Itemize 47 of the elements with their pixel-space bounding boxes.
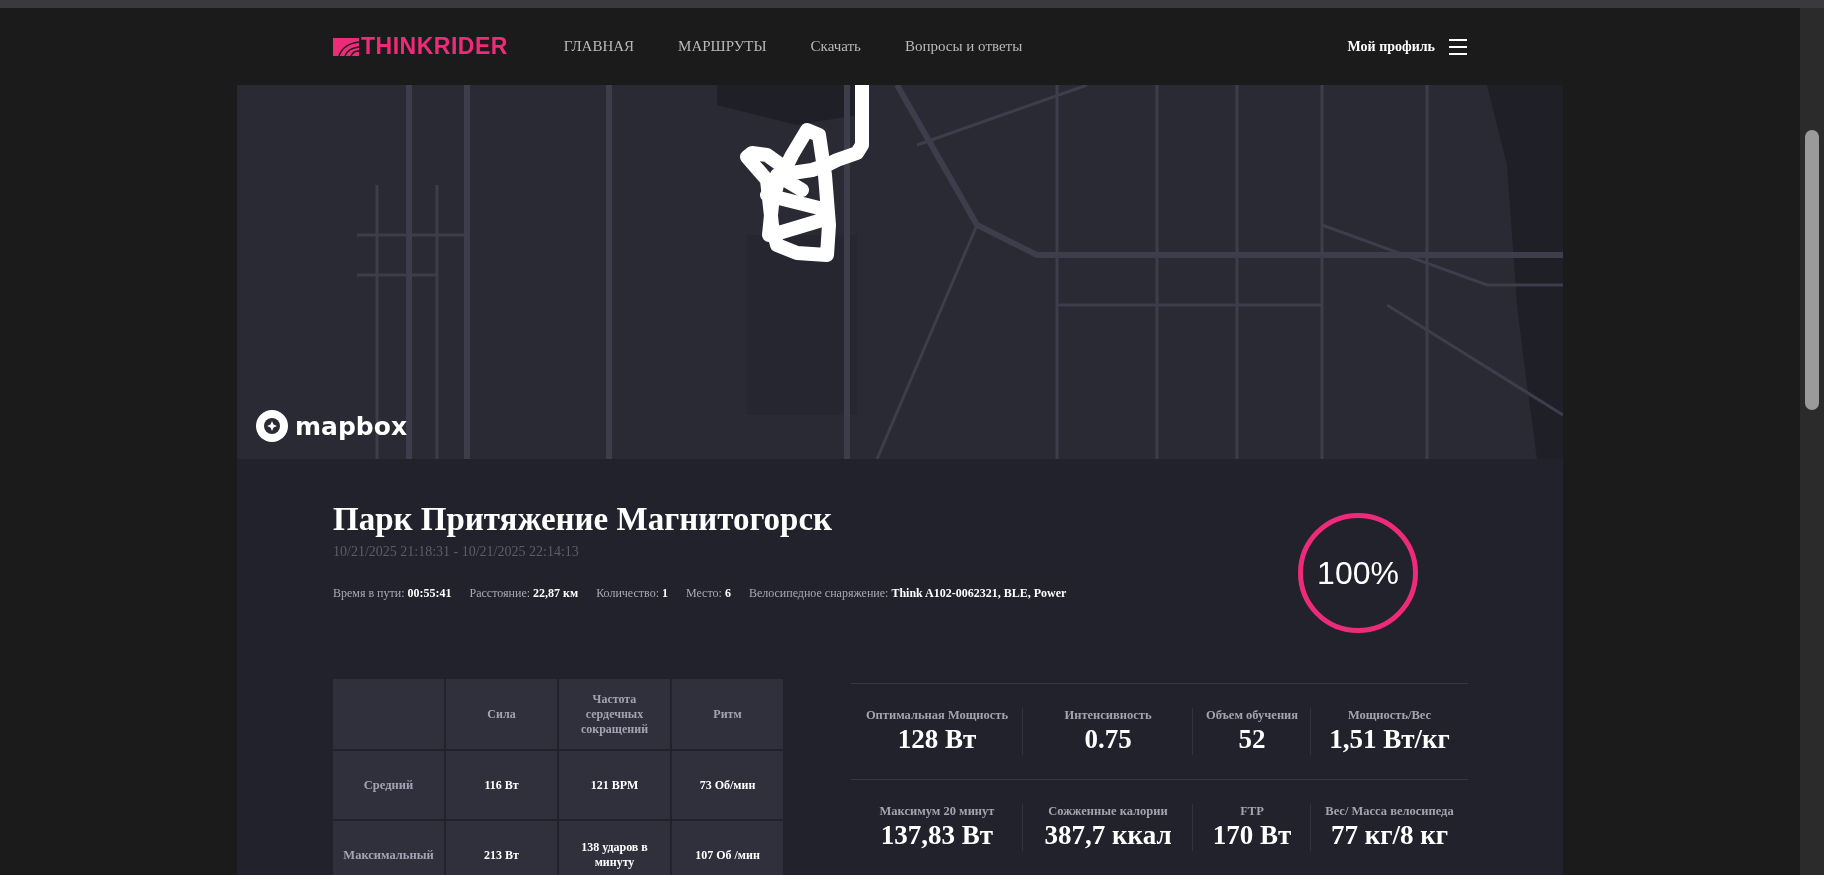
- nav-link[interactable]: Скачать: [810, 38, 861, 55]
- metric-value: 387,7 ккал: [1044, 820, 1172, 851]
- ride-period: 10/21/2025 21:18:31 - 10/21/2025 22:14:13: [333, 544, 580, 560]
- metric-value: 137,83 Вт: [880, 820, 994, 851]
- logo-wordmark[interactable]: THINKRIDER: [361, 33, 508, 60]
- metric-value: 77 кг/8 кг: [1330, 820, 1449, 851]
- map-attribution[interactable]: mapbox: [295, 411, 407, 441]
- metric-value: 0.75: [1084, 724, 1132, 755]
- scrollbar-thumb[interactable]: [1805, 130, 1819, 410]
- ride-stat: Велосипедное снаряжение: Think A102-0062321, BLE, Power: [748, 586, 1067, 601]
- profile-link[interactable]: Мой профиль: [1347, 38, 1435, 55]
- metric-label: FTP: [1240, 804, 1264, 819]
- metric-value: 52: [1238, 724, 1266, 755]
- metric-label: Объем обучения: [1205, 708, 1299, 723]
- row-header: Средний: [333, 751, 444, 819]
- metric-label: Интенсивность: [1064, 708, 1152, 723]
- metric-label: Мощность/Вес: [1347, 708, 1432, 723]
- metric-value: 170 Вт: [1212, 820, 1292, 851]
- metric-label: Вес/ Масса велосипеда: [1325, 804, 1454, 819]
- column-header: Сила: [446, 679, 557, 749]
- nav-link[interactable]: Вопросы и ответы: [904, 38, 1023, 55]
- scrollbar[interactable]: [1800, 8, 1824, 875]
- mapbox-logo-icon: [255, 409, 289, 443]
- completion-ring: 100%: [1298, 513, 1418, 633]
- metric-label: Оптимальная Мощность: [865, 708, 1009, 723]
- metric-value: 128 Вт: [897, 724, 977, 755]
- nav-link[interactable]: ГЛАВНАЯ: [563, 38, 635, 55]
- table-cell: 213 Вт: [446, 821, 557, 875]
- logo-icon: [333, 37, 359, 56]
- table-cell: 121 BPM: [559, 751, 670, 819]
- row-header: Максимальный: [333, 821, 444, 875]
- table-cell: 138 ударов в минуту: [559, 821, 670, 875]
- table-cell: 73 Об/мин: [672, 751, 783, 819]
- table-cell: 107 Об /мин: [672, 821, 783, 875]
- ride-stat: Место: 6: [686, 586, 731, 601]
- ride-stat: Время в пути: 00:55:41: [333, 586, 452, 601]
- column-header: Ритм: [672, 679, 783, 749]
- table-cell: 116 Вт: [446, 751, 557, 819]
- menu-icon[interactable]: [1449, 38, 1467, 55]
- metric-label: Сожженные калории: [1048, 804, 1168, 819]
- metric-value: 1,51 Вт/кг: [1329, 724, 1450, 755]
- column-header: Частота сердечных сокращений: [559, 679, 670, 749]
- nav-link[interactable]: МАРШРУТЫ: [678, 38, 767, 55]
- ride-stat: Расстояние: 22,87 км: [469, 586, 579, 601]
- ride-stat: Количество: 1: [596, 586, 668, 601]
- ride-title: Парк Притяжение Магнитогорск: [333, 501, 834, 538]
- metric-label: Максимум 20 минут: [879, 804, 995, 819]
